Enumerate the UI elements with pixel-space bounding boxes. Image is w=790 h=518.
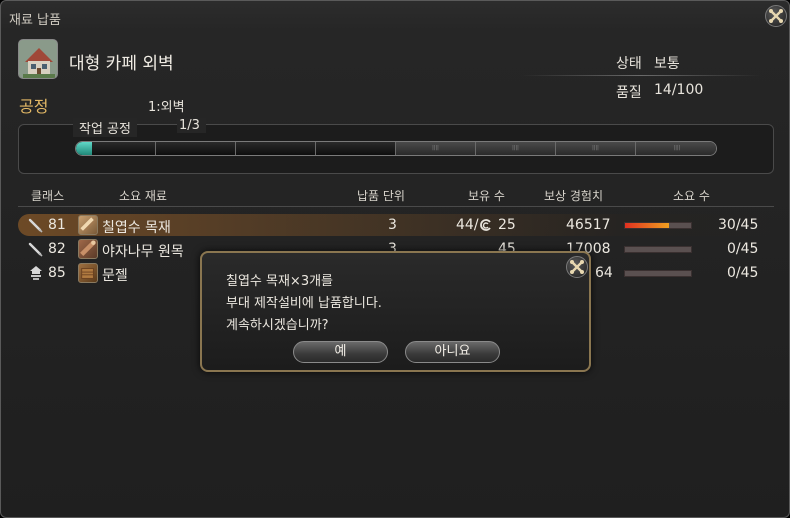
window-title: 재료 납품 xyxy=(9,13,61,28)
header-divider xyxy=(18,206,774,207)
row-level: 81 xyxy=(48,217,66,233)
progress-segment xyxy=(236,142,316,155)
close-icon xyxy=(570,260,584,274)
progress-segment: |||| xyxy=(556,142,636,155)
lumber-icon xyxy=(78,215,98,235)
quality-value: 14/100 xyxy=(654,82,704,98)
dialog-close-button[interactable] xyxy=(566,256,588,278)
col-class: 클래스 xyxy=(31,189,65,203)
dialog-line-2: 부대 제작설비에 납품합니다. xyxy=(226,296,382,311)
row-progress-bar xyxy=(624,246,692,253)
progress-fill xyxy=(76,142,92,155)
col-required: 소요 수 xyxy=(673,189,710,203)
row-progress-bar xyxy=(624,222,692,229)
close-button[interactable] xyxy=(765,5,787,27)
process-step: 1/3 xyxy=(177,118,206,133)
stat-divider xyxy=(521,75,761,76)
row-material: 칠엽수 목재 xyxy=(102,220,171,236)
table-row[interactable]: 81 칠엽수 목재 3 44/ 25 46517 30/45 xyxy=(18,214,774,236)
yes-button[interactable]: 예 xyxy=(293,341,388,363)
row-exp: 46517 xyxy=(566,217,611,233)
progress-segment xyxy=(316,142,396,155)
progress-segment: |||| xyxy=(396,142,476,155)
progress-segment xyxy=(76,142,156,155)
col-exp: 보상 경험치 xyxy=(544,189,604,203)
row-exp: 64 xyxy=(595,265,613,281)
dialog-line-1: 칠엽수 목재×3개를 xyxy=(226,274,334,289)
row-owned-hq: 25 xyxy=(498,217,516,233)
process-progress-bar: |||| |||| |||| |||| xyxy=(75,141,717,156)
section-heading: 공정 xyxy=(19,97,49,116)
quality-label: 품질 xyxy=(616,85,642,101)
col-material: 소요 재료 xyxy=(119,189,167,203)
condition-value: 보통 xyxy=(654,56,680,72)
armorer-icon xyxy=(30,266,42,280)
house-icon[interactable] xyxy=(18,39,58,79)
col-unit: 납품 단위 xyxy=(357,189,405,203)
dialog-line-3: 계속하시겠습니까? xyxy=(226,318,329,333)
carpenter-icon xyxy=(28,218,43,233)
progress-segment: |||| xyxy=(636,142,716,155)
crate-icon xyxy=(78,263,98,283)
log-icon xyxy=(78,239,98,259)
row-required: 30/45 xyxy=(718,217,759,233)
row-required: 0/45 xyxy=(727,265,759,281)
condition-label: 상태 xyxy=(616,56,642,72)
row-material: 문젤 xyxy=(102,268,128,284)
confirm-dialog: 칠엽수 목재×3개를 부대 제작설비에 납품합니다. 계속하시겠습니까? 예 아… xyxy=(200,251,591,372)
close-icon xyxy=(769,9,783,23)
row-required: 0/45 xyxy=(727,241,759,257)
title-bar[interactable]: 재료 납품 xyxy=(1,1,789,33)
row-level: 85 xyxy=(48,265,66,281)
row-unit: 3 xyxy=(388,217,397,233)
delivery-window: 재료 납품 대형 카페 외벽 상태 보통 품질 14/100 공정 1:외벽 작… xyxy=(0,0,790,518)
process-label: 작업 공정 xyxy=(73,118,137,137)
item-name: 대형 카페 외벽 xyxy=(69,54,174,74)
col-owned: 보유 수 xyxy=(468,189,505,203)
process-name: 1:외벽 xyxy=(148,100,185,115)
row-owned: 44/ xyxy=(456,217,479,233)
row-progress-fill xyxy=(625,223,670,228)
progress-segment: |||| xyxy=(476,142,556,155)
progress-segment xyxy=(156,142,236,155)
hq-icon xyxy=(480,219,491,231)
no-button[interactable]: 아니요 xyxy=(405,341,500,363)
carpenter-icon xyxy=(28,242,43,257)
row-progress-bar xyxy=(624,270,692,277)
row-material: 야자나무 원목 xyxy=(102,244,184,260)
row-level: 82 xyxy=(48,241,66,257)
